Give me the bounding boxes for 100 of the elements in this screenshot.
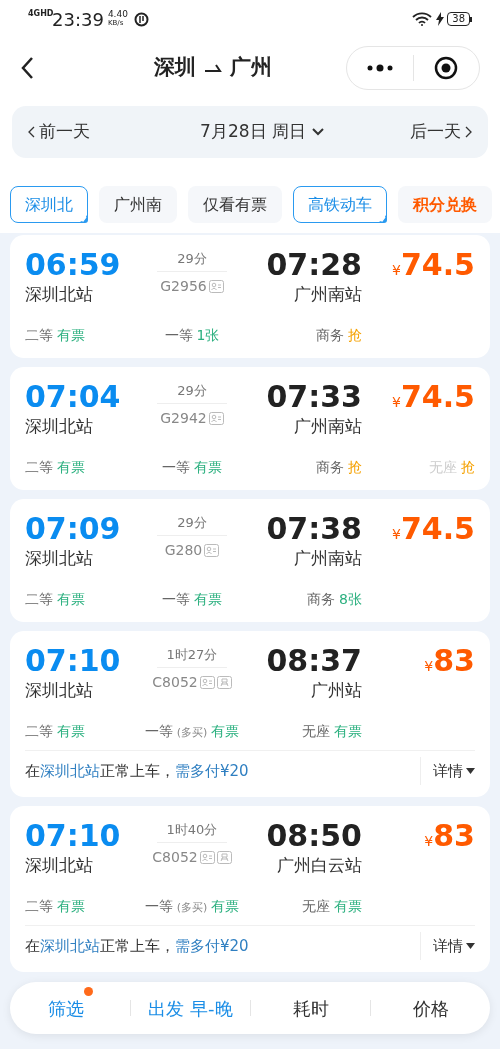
arrival-station: 广州南站	[294, 415, 362, 437]
chevron-down-icon	[311, 128, 324, 136]
seat-status: 有票	[194, 590, 222, 609]
price: 74.5	[400, 379, 475, 415]
filter-chip[interactable]: 深圳北	[10, 186, 88, 223]
departure-station: 深圳北站	[25, 415, 94, 437]
seat-class: 一等	[162, 590, 190, 609]
arrival-station: 广州站	[311, 679, 362, 701]
charging-icon	[436, 12, 445, 26]
sort-tab[interactable]: 价格	[412, 994, 449, 1022]
currency-symbol: ¥	[392, 393, 401, 412]
seat-class: 商务	[307, 590, 336, 609]
currency-symbol: ¥	[424, 658, 434, 676]
speed-value: 4.40	[107, 10, 128, 19]
clock: 23:39	[52, 7, 104, 32]
seat-status: 抢	[348, 458, 362, 477]
seat-class: 二等	[25, 897, 53, 916]
seat-class: 一等	[164, 326, 193, 345]
wifi-icon	[412, 12, 433, 26]
arrival-station: 广州南站	[294, 547, 362, 569]
departure-time: 07:09	[25, 511, 122, 547]
train-card[interactable]: 07:10 深圳北站 1时27分 C8052 08:37 广州站 ¥83 二等 有票 一等 (多买) 有票 无座 有票 在深圳北站正常上车，需多付¥20 详情	[10, 631, 490, 797]
currency-symbol: ¥	[424, 833, 434, 851]
arrival-time: 08:37	[266, 643, 362, 679]
seat-status: 1张	[196, 326, 220, 345]
origin-city: 深圳	[154, 54, 196, 82]
notice-text: 在深圳北站正常上车，需多付¥20	[25, 760, 250, 782]
duration: 29分	[177, 515, 207, 531]
seat-class: 商务	[316, 458, 344, 477]
price: 74.5	[400, 247, 475, 283]
arrival-station: 广州南站	[294, 283, 362, 305]
arrival-time: 07:28	[266, 247, 362, 283]
sort-tab[interactable]: 筛选	[47, 994, 84, 1022]
price: 74.5	[400, 511, 475, 547]
caret-icon	[466, 943, 475, 949]
date-picker[interactable]: 7月28日 周日	[176, 119, 324, 145]
arrival-time: 07:38	[266, 511, 362, 547]
filter-chip[interactable]: 仅看有票	[188, 186, 282, 223]
departure-station: 深圳北站	[25, 283, 94, 305]
train-number: G280	[164, 541, 203, 560]
seat-status: 抢	[348, 326, 362, 345]
target-icon[interactable]	[434, 56, 459, 80]
departure-time: 06:59	[25, 247, 122, 283]
caret-icon	[466, 768, 475, 774]
train-card[interactable]: 07:10 深圳北站 1时40分 C8052 08:50 广州白云站 ¥83 二等 有票 一等 (多买) 有票 无座 有票 在深圳北站正常上车，需多付¥20 详情	[10, 806, 490, 972]
seat-status: 抢	[461, 458, 475, 477]
train-card[interactable]: 06:59 深圳北站 29分 G2956 07:28 广州南站 ¥74.5 二等 有票 一等 1张 商务 抢	[10, 235, 490, 358]
seat-note: (多买)	[176, 900, 208, 916]
seat-status: 有票	[334, 722, 362, 741]
seat-status: 有票	[334, 897, 362, 916]
back-icon	[20, 56, 34, 80]
departure-time: 07:10	[25, 818, 122, 854]
departure-time: 07:04	[25, 379, 122, 415]
sort-tab[interactable]: 耗时	[292, 994, 329, 1022]
seat-class: 二等	[25, 590, 53, 609]
details-button[interactable]: 详情	[433, 934, 475, 958]
arrival-station: 广州白云站	[277, 854, 362, 876]
train-number: C8052	[152, 673, 198, 692]
seat-status: 有票	[194, 458, 222, 477]
seat-status: 有票	[57, 326, 85, 345]
seat-status: 有票	[57, 897, 85, 916]
more-icon[interactable]	[365, 64, 394, 72]
arrival-time: 08:50	[266, 818, 362, 854]
train-number: G2942	[160, 409, 207, 428]
battery-icon: 38	[447, 12, 472, 26]
price: 83	[433, 818, 475, 854]
train-number: G2956	[160, 277, 207, 296]
seat-status: 有票	[211, 722, 240, 741]
arrival-time: 07:33	[266, 379, 362, 415]
status-icon	[133, 11, 149, 27]
chevron-right-icon	[465, 126, 472, 138]
destination-city: 广州	[230, 54, 272, 82]
duration: 29分	[177, 251, 207, 267]
seat-status: 有票	[57, 458, 85, 477]
filter-chip[interactable]: 广州南	[99, 186, 177, 223]
departure-time: 07:10	[25, 643, 122, 679]
seat-status: 有票	[211, 897, 240, 916]
chevron-left-icon	[28, 126, 35, 138]
departure-station: 深圳北站	[25, 547, 94, 569]
duration: 1时40分	[166, 822, 218, 838]
price: 83	[433, 643, 475, 679]
seat-status: 有票	[57, 722, 85, 741]
seat-class: 一等	[144, 722, 173, 741]
seat-status: 8张	[339, 590, 362, 609]
seat-class: 一等	[162, 458, 190, 477]
seat-class: 无座	[302, 722, 330, 741]
seat-class: 商务	[316, 326, 344, 345]
duration: 29分	[177, 383, 207, 399]
seat-note: (多买)	[176, 725, 208, 741]
next-day-button[interactable]: 后一天	[410, 119, 472, 145]
sort-tab[interactable]: 出发 早-晚	[148, 994, 233, 1022]
seat-class: 二等	[25, 458, 53, 477]
duration: 1时27分	[166, 647, 218, 663]
filter-chip[interactable]: 高铁动车	[293, 186, 387, 223]
train-card[interactable]: 07:09 深圳北站 29分 G280 07:38 广州南站 ¥74.5 二等 有票 一等 有票 商务 8张	[10, 499, 490, 622]
details-button[interactable]: 详情	[433, 759, 475, 783]
seat-class: 一等	[144, 897, 173, 916]
notice-text: 在深圳北站正常上车，需多付¥20	[25, 935, 250, 957]
previous-day-button[interactable]: 前一天	[28, 119, 90, 145]
seat-class: 无座	[302, 897, 330, 916]
